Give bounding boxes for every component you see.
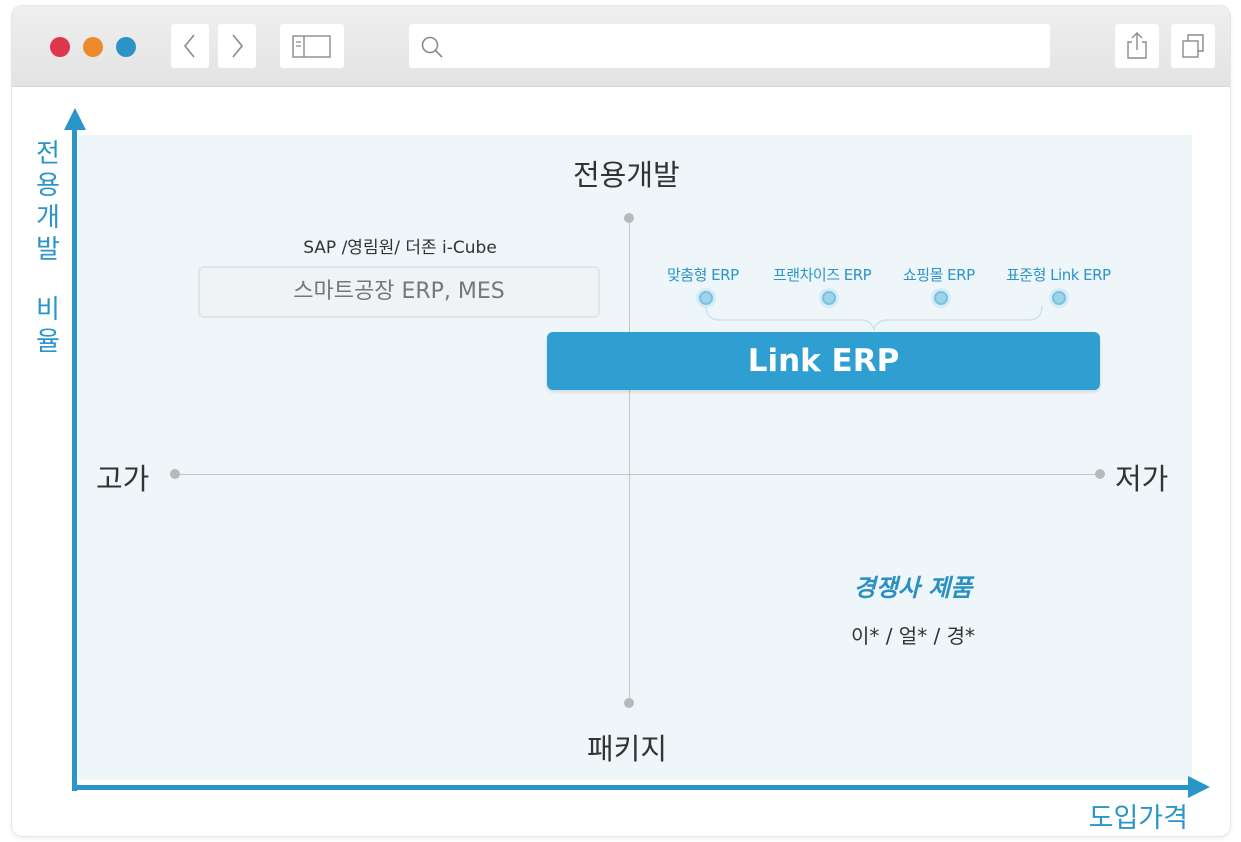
bottom-label: 패키지 — [587, 732, 668, 766]
competitor-title: 경쟁사 제품 — [853, 574, 973, 602]
top-endpoint-dot — [624, 213, 634, 223]
sidebar-button[interactable] — [280, 24, 344, 68]
x-axis — [72, 785, 1192, 790]
y-axis-label-char: 개 — [36, 203, 60, 233]
product-dot — [934, 291, 948, 305]
product-brace — [705, 305, 1043, 331]
chevron-right-icon — [232, 34, 244, 58]
tabs-icon — [1182, 34, 1204, 58]
tabs-button[interactable] — [1171, 24, 1215, 68]
product-label: 맞춤형 ERP — [667, 266, 739, 284]
product-label: 프랜차이즈 ERP — [773, 266, 872, 284]
competitor-list: 이* / 얼* / 경* — [850, 624, 976, 648]
y-axis-label-char: 전 — [36, 139, 60, 169]
close-window-button[interactable] — [50, 37, 70, 57]
sap-box: 스마트공장 ERP, MES — [198, 266, 600, 318]
y-axis-label-char: 율 — [36, 327, 60, 357]
y-axis-label-char: 발 — [36, 235, 60, 265]
address-bar[interactable] — [409, 24, 1050, 68]
y-axis-label: 전 용 개 발 비 율 — [30, 138, 66, 358]
x-axis-label: 도입가격 — [1088, 803, 1188, 834]
right-endpoint-dot — [1095, 469, 1105, 479]
search-icon — [421, 36, 443, 58]
product-dot — [822, 291, 836, 305]
y-axis — [72, 122, 77, 791]
product-label: 표준형 Link ERP — [1006, 266, 1111, 284]
browser-toolbar — [12, 6, 1230, 87]
link-erp-bar: Link ERP — [547, 332, 1100, 390]
right-label: 저가 — [1115, 462, 1169, 496]
product-dot — [1052, 291, 1066, 305]
y-axis-arrow — [64, 108, 86, 130]
minimize-window-button[interactable] — [83, 37, 103, 57]
product-dot — [699, 291, 713, 305]
y-axis-label-char: 용 — [36, 171, 60, 201]
diagram-panel — [78, 135, 1192, 780]
bottom-endpoint-dot — [624, 698, 634, 708]
sidebar-icon — [292, 35, 331, 58]
left-endpoint-dot — [170, 469, 180, 479]
back-button[interactable] — [171, 24, 209, 68]
vertical-divider — [629, 218, 630, 703]
top-label: 전용개발 — [573, 158, 680, 192]
share-icon — [1127, 32, 1147, 59]
left-label: 고가 — [96, 462, 150, 496]
forward-button[interactable] — [218, 24, 256, 68]
y-axis-label-char: 비 — [36, 295, 60, 325]
x-axis-arrow — [1188, 776, 1210, 798]
chevron-left-icon — [183, 34, 195, 58]
share-button[interactable] — [1115, 24, 1159, 68]
y-axis-label-gap — [30, 266, 66, 294]
zoom-window-button[interactable] — [116, 37, 136, 57]
product-label: 쇼핑몰 ERP — [903, 266, 975, 284]
horizontal-divider — [175, 474, 1100, 475]
sap-caption: SAP /영림원/ 더존 i-Cube — [303, 238, 497, 258]
